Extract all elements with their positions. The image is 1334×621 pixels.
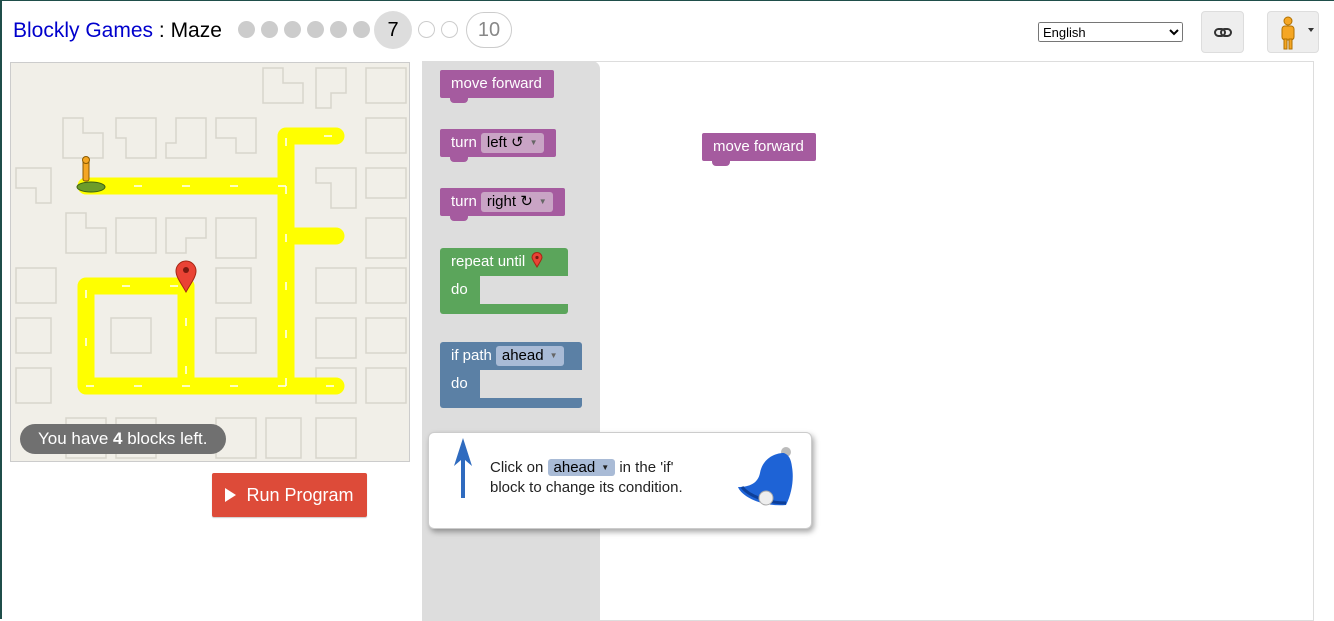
app-link[interactable]: Blockly Games [13,19,153,42]
block-label: turn [451,134,477,151]
level-1-dot[interactable] [238,21,255,38]
hint-text: Click on ahead ▼ in the 'if' block to cha… [490,458,720,498]
do-label: do [451,375,468,392]
run-program-button[interactable]: Run Program [212,473,367,517]
toolbox-if-path-block[interactable]: if path ahead ▼ do [440,342,582,408]
language-select[interactable]: English [1038,22,1183,42]
dropdown-value: ahead [553,459,596,476]
turn-direction-dropdown[interactable]: left ↺ ▼ [480,133,544,153]
turn-direction-dropdown[interactable]: right ↻ ▼ [480,192,553,212]
link-button[interactable] [1201,11,1244,53]
hint-before: Click on [490,459,548,476]
dropdown-arrow-icon: ▼ [549,351,558,360]
dropdown-value: ahead [501,347,544,364]
hint-dropdown-sample: ahead ▼ [547,459,616,476]
level-4-dot[interactable] [307,21,324,38]
block-label: move forward [451,75,542,92]
repeat-statement-slot[interactable] [480,276,568,304]
up-arrow-icon [454,438,472,498]
hint-line2: block to change its condition. [490,479,683,496]
blocks-left-capsule: You have 4 blocks left. [20,424,226,454]
repeat-footer [440,304,568,314]
repeat-header: repeat until [440,248,568,276]
hint-after: in the 'if' [615,459,674,476]
game-name: Maze [170,19,222,42]
block-label: turn [451,193,477,210]
dropdown-value: left ↺ [486,134,524,151]
run-program-label: Run Program [246,485,354,505]
toolbox-repeat-until-block[interactable]: repeat until do [440,248,568,314]
if-footer [440,398,582,408]
blocks-left-prefix: You have [38,429,113,448]
pegman-start-icon [76,156,106,193]
block-label: repeat until [451,253,526,270]
toolbox-turn-right-block[interactable]: turn right ↻ ▼ [440,188,565,221]
blocks-left-suffix: blocks left. [122,429,208,448]
do-label: do [451,281,468,298]
workspace-move-forward-block[interactable]: move forward [702,133,816,166]
maze-svg [15,67,407,459]
dropdown-arrow-icon: ▼ [538,197,547,206]
map-marker-icon [531,252,543,268]
maze-board [10,62,410,462]
level-9-dot[interactable] [441,21,458,38]
toolbox-turn-left-block[interactable]: turn left ↺ ▼ [440,129,556,162]
block-label: if path [451,347,492,364]
level-3-dot[interactable] [284,21,301,38]
page-title: Blockly Games : Maze [13,19,222,43]
level-2-dot[interactable] [261,21,278,38]
repeat-do: do [440,276,480,304]
toolbox-move-forward-block[interactable]: move forward [440,70,554,103]
dropdown-arrow-icon: ▼ [601,463,610,472]
pegman-icon [1281,16,1314,50]
level-6-dot[interactable] [353,21,370,38]
pegman-menu-button[interactable] [1267,11,1319,53]
dropdown-arrow-icon: ▼ [529,138,538,147]
play-icon [225,488,237,502]
dropdown-value: right ↻ [486,193,533,210]
if-do: do [440,370,480,398]
level-8-dot[interactable] [418,21,435,38]
if-header: if path ahead ▼ [440,342,582,370]
title-separator: : [153,19,171,42]
level-current[interactable]: 7 [374,11,412,49]
bell-icon[interactable] [732,443,798,509]
if-direction-dropdown[interactable]: ahead ▼ [495,346,564,366]
if-statement-slot[interactable] [480,370,582,398]
block-label: move forward [713,138,804,155]
level-last[interactable]: 10 [466,12,512,48]
level-5-dot[interactable] [330,21,347,38]
link-icon [1214,28,1232,37]
